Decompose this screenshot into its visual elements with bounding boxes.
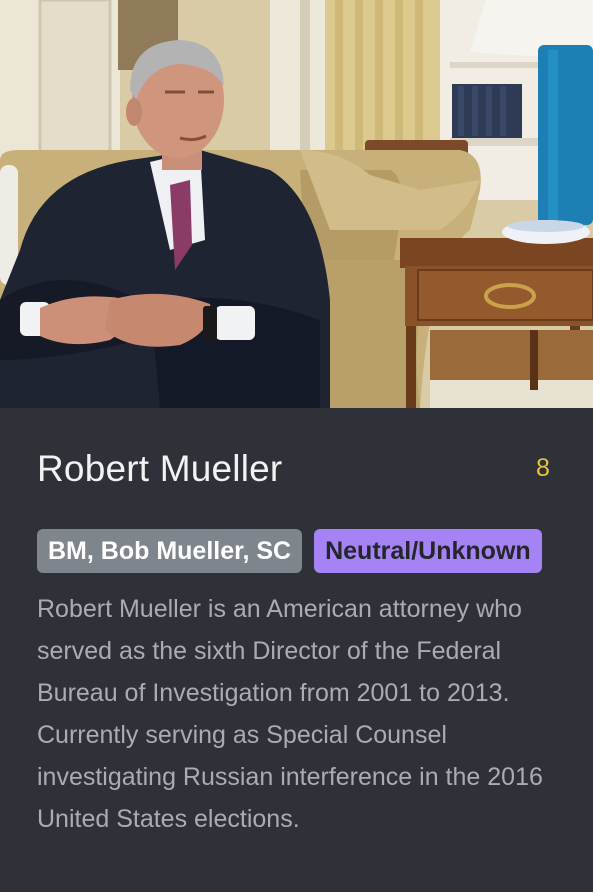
profile-card: Robert Mueller 8 BM, Bob Mueller, SC Neut… [0, 0, 593, 892]
aliases-tag: BM, Bob Mueller, SC [37, 529, 303, 573]
stance-tag: Neutral/Unknown [314, 529, 542, 573]
mention-count: 8 [536, 454, 550, 482]
profile-name: Robert Mueller [37, 448, 283, 489]
portrait-photo-illustration [0, 0, 593, 408]
tag-row: BM, Bob Mueller, SC Neutral/Unknown [37, 529, 593, 575]
profile-description: Robert Mueller is an American attorney w… [37, 595, 543, 833]
profile-photo [0, 0, 593, 408]
